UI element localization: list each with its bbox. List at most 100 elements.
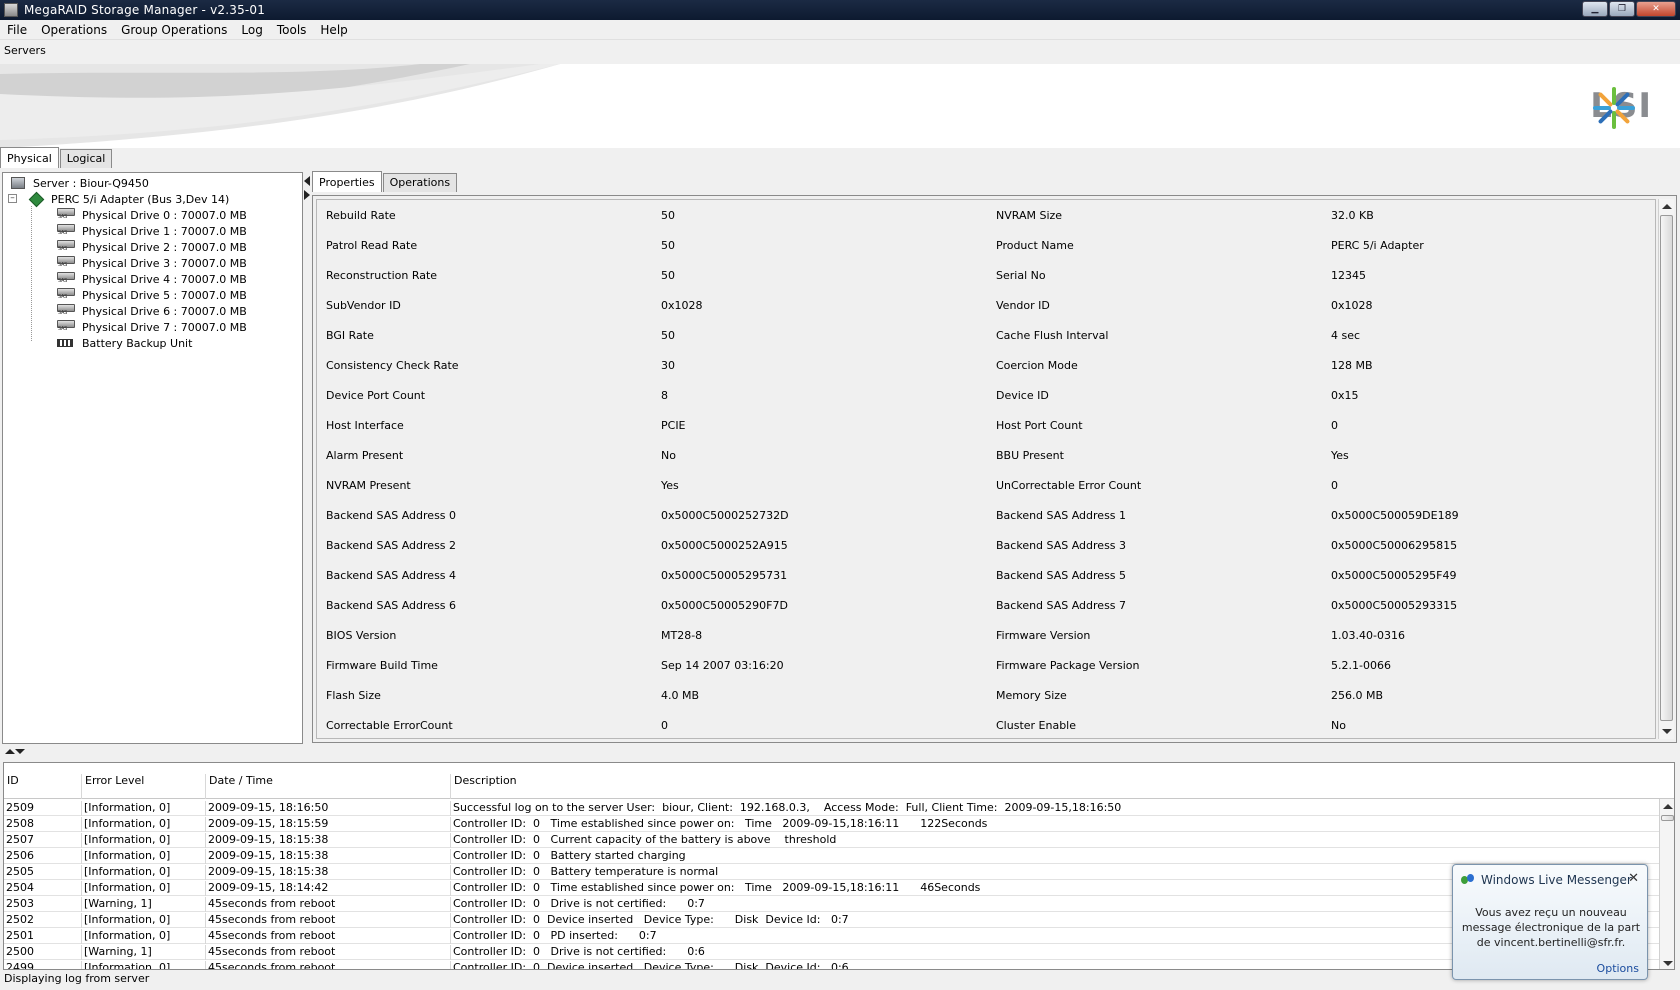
tab-physical[interactable]: Physical <box>0 147 59 168</box>
notification-body[interactable]: Vous avez reçu un nouveau message électr… <box>1459 905 1643 950</box>
tree-drive-5[interactable]: Physical Drive 5 : 70007.0 MB <box>57 287 247 303</box>
prop-label: Backend SAS Address 2 <box>326 538 457 552</box>
table-row[interactable]: 2504 [Information, 0] 2009-09-15, 18:14:42… <box>4 880 1660 896</box>
servers-label: Servers <box>4 44 46 57</box>
device-tree: Server : Biour-Q9450 PERC 5/i Adapter (B… <box>2 172 303 744</box>
prop-label: Backend SAS Address 5 <box>996 568 1127 582</box>
tab-logical[interactable]: Logical <box>59 149 113 168</box>
tree-battery[interactable]: Battery Backup Unit <box>57 335 192 351</box>
scroll-up-icon[interactable] <box>1662 204 1672 209</box>
prop-value: 0x1028 <box>661 298 703 312</box>
prop-label: NVRAM Present <box>326 478 411 492</box>
col-description-header[interactable]: Description <box>451 774 1661 799</box>
collapse-toggle[interactable]: – <box>8 194 17 203</box>
table-row[interactable]: 2500 [Warning, 1] 45seconds from reboot Con… <box>4 944 1660 960</box>
prop-value: 0 <box>661 718 668 732</box>
tree-battery-label: Battery Backup Unit <box>82 336 193 350</box>
menu-file[interactable]: File <box>0 23 34 37</box>
tree-line <box>31 206 32 341</box>
prop-value: 12345 <box>1331 268 1366 282</box>
minimize-button[interactable]: ▁ <box>1582 1 1608 17</box>
log-datetime: 2009-09-15, 18:15:38 <box>206 833 451 848</box>
log-id: 2502 <box>4 913 82 928</box>
left-tab-bar: Physical Logical <box>0 147 113 169</box>
table-row[interactable]: 2501 [Information, 0] 45seconds from reboo… <box>4 928 1660 944</box>
scroll-thumb[interactable] <box>1661 815 1674 821</box>
tree-drive-4[interactable]: Physical Drive 4 : 70007.0 MB <box>57 271 247 287</box>
tree-drive-1[interactable]: Physical Drive 1 : 70007.0 MB <box>57 223 247 239</box>
tree-adapter[interactable]: PERC 5/i Adapter (Bus 3,Dev 14) <box>28 191 229 207</box>
log-error-level: [Information, 0] <box>82 913 206 928</box>
splitter-up-icon[interactable] <box>5 749 15 754</box>
prop-value: 0x5000C50005293315 <box>1331 598 1458 612</box>
prop-value: 1.03.40-0316 <box>1331 628 1405 642</box>
tree-drive-label: Physical Drive 2 : 70007.0 MB <box>82 240 247 254</box>
prop-label: Device Port Count <box>326 388 426 402</box>
log-datetime: 2009-09-15, 18:16:50 <box>206 801 451 816</box>
pane-splitter[interactable] <box>0 746 1680 758</box>
prop-value: 4.0 MB <box>661 688 700 702</box>
prop-label: Backend SAS Address 1 <box>996 508 1127 522</box>
log-datetime: 45seconds from reboot <box>206 945 451 960</box>
lsi-star-ray <box>1598 109 1613 124</box>
tree-server[interactable]: Server : Biour-Q9450 <box>11 175 149 191</box>
table-row[interactable]: 2503 [Warning, 1] 45seconds from reboot Con… <box>4 896 1660 912</box>
menu-group-operations[interactable]: Group Operations <box>114 23 234 37</box>
log-id: 2501 <box>4 929 82 944</box>
tree-drive-7[interactable]: Physical Drive 7 : 70007.0 MB <box>57 319 247 335</box>
log-description: Controller ID: 0 Time established since … <box>453 817 988 830</box>
notification-options-link[interactable]: Options <box>1597 962 1639 975</box>
table-row[interactable]: 2499 [Information, 0] 45seconds from reboo… <box>4 960 1660 969</box>
tree-drive-label: Physical Drive 4 : 70007.0 MB <box>82 272 247 286</box>
expand-right-icon[interactable] <box>304 190 310 200</box>
scroll-down-icon[interactable] <box>1663 961 1673 966</box>
prop-value: 0x1028 <box>1331 298 1373 312</box>
properties-scrollbar[interactable] <box>1658 199 1674 739</box>
notification-close-icon[interactable]: ✕ <box>1628 871 1639 886</box>
collapse-left-icon[interactable] <box>304 176 310 186</box>
prop-label: Consistency Check Rate <box>326 358 459 372</box>
table-row[interactable]: 2506 [Information, 0] 2009-09-15, 18:15:38… <box>4 848 1660 864</box>
prop-label: BBU Present <box>996 448 1064 462</box>
tree-drive-0[interactable]: Physical Drive 0 : 70007.0 MB <box>57 207 247 223</box>
log-error-level: [Information, 0] <box>82 961 206 969</box>
property-row: NVRAM Present Yes UnCorrectable Error Coun… <box>317 470 1655 500</box>
table-row[interactable]: 2509 [Information, 0] 2009-09-15, 18:16:50… <box>4 800 1660 816</box>
log-id: 2503 <box>4 897 82 912</box>
tree-drive-3[interactable]: Physical Drive 3 : 70007.0 MB <box>57 255 247 271</box>
prop-label: Rebuild Rate <box>326 208 396 222</box>
scroll-up-icon[interactable] <box>1663 804 1673 809</box>
tree-drive-2[interactable]: Physical Drive 2 : 70007.0 MB <box>57 239 247 255</box>
server-icon <box>11 177 25 189</box>
col-error-level-header[interactable]: Error Level <box>82 774 206 799</box>
properties-grid: Rebuild Rate 50 NVRAM Size 32.0 KB Patrol Re… <box>316 199 1656 739</box>
tree-drive-6[interactable]: Physical Drive 6 : 70007.0 MB <box>57 303 247 319</box>
drive-icon <box>57 256 75 270</box>
log-scrollbar[interactable] <box>1659 799 1674 969</box>
property-row: Host Interface PCIE Host Port Count 0 <box>317 410 1655 440</box>
table-row[interactable]: 2508 [Information, 0] 2009-09-15, 18:15:59… <box>4 816 1660 832</box>
scroll-down-icon[interactable] <box>1662 729 1672 734</box>
col-id-header[interactable]: ID <box>4 774 82 799</box>
messenger-notification[interactable]: Windows Live Messenger ✕ Vous avez reçu … <box>1452 864 1648 980</box>
splitter-down-icon[interactable] <box>15 749 25 754</box>
lsi-star-ray <box>1598 92 1613 107</box>
prop-value: No <box>1331 718 1346 732</box>
tab-properties[interactable]: Properties <box>312 171 382 192</box>
table-row[interactable]: 2505 [Information, 0] 2009-09-15, 18:15:38… <box>4 864 1660 880</box>
log-error-level: [Information, 0] <box>82 849 206 864</box>
tab-operations[interactable]: Operations <box>382 173 458 192</box>
log-id: 2509 <box>4 801 82 816</box>
menu-operations[interactable]: Operations <box>34 23 114 37</box>
table-row[interactable]: 2502 [Information, 0] 45seconds from reboo… <box>4 912 1660 928</box>
close-button[interactable]: ✕ <box>1636 1 1676 17</box>
maximize-button[interactable]: ❐ <box>1609 1 1635 17</box>
table-row[interactable]: 2507 [Information, 0] 2009-09-15, 18:15:38… <box>4 832 1660 848</box>
col-datetime-header[interactable]: Date / Time <box>206 774 451 799</box>
prop-value: 30 <box>661 358 675 372</box>
menu-log[interactable]: Log <box>234 23 269 37</box>
menu-tools[interactable]: Tools <box>270 23 314 37</box>
scroll-thumb[interactable] <box>1660 215 1673 721</box>
prop-value: 0 <box>1331 478 1338 492</box>
menu-help[interactable]: Help <box>313 23 354 37</box>
